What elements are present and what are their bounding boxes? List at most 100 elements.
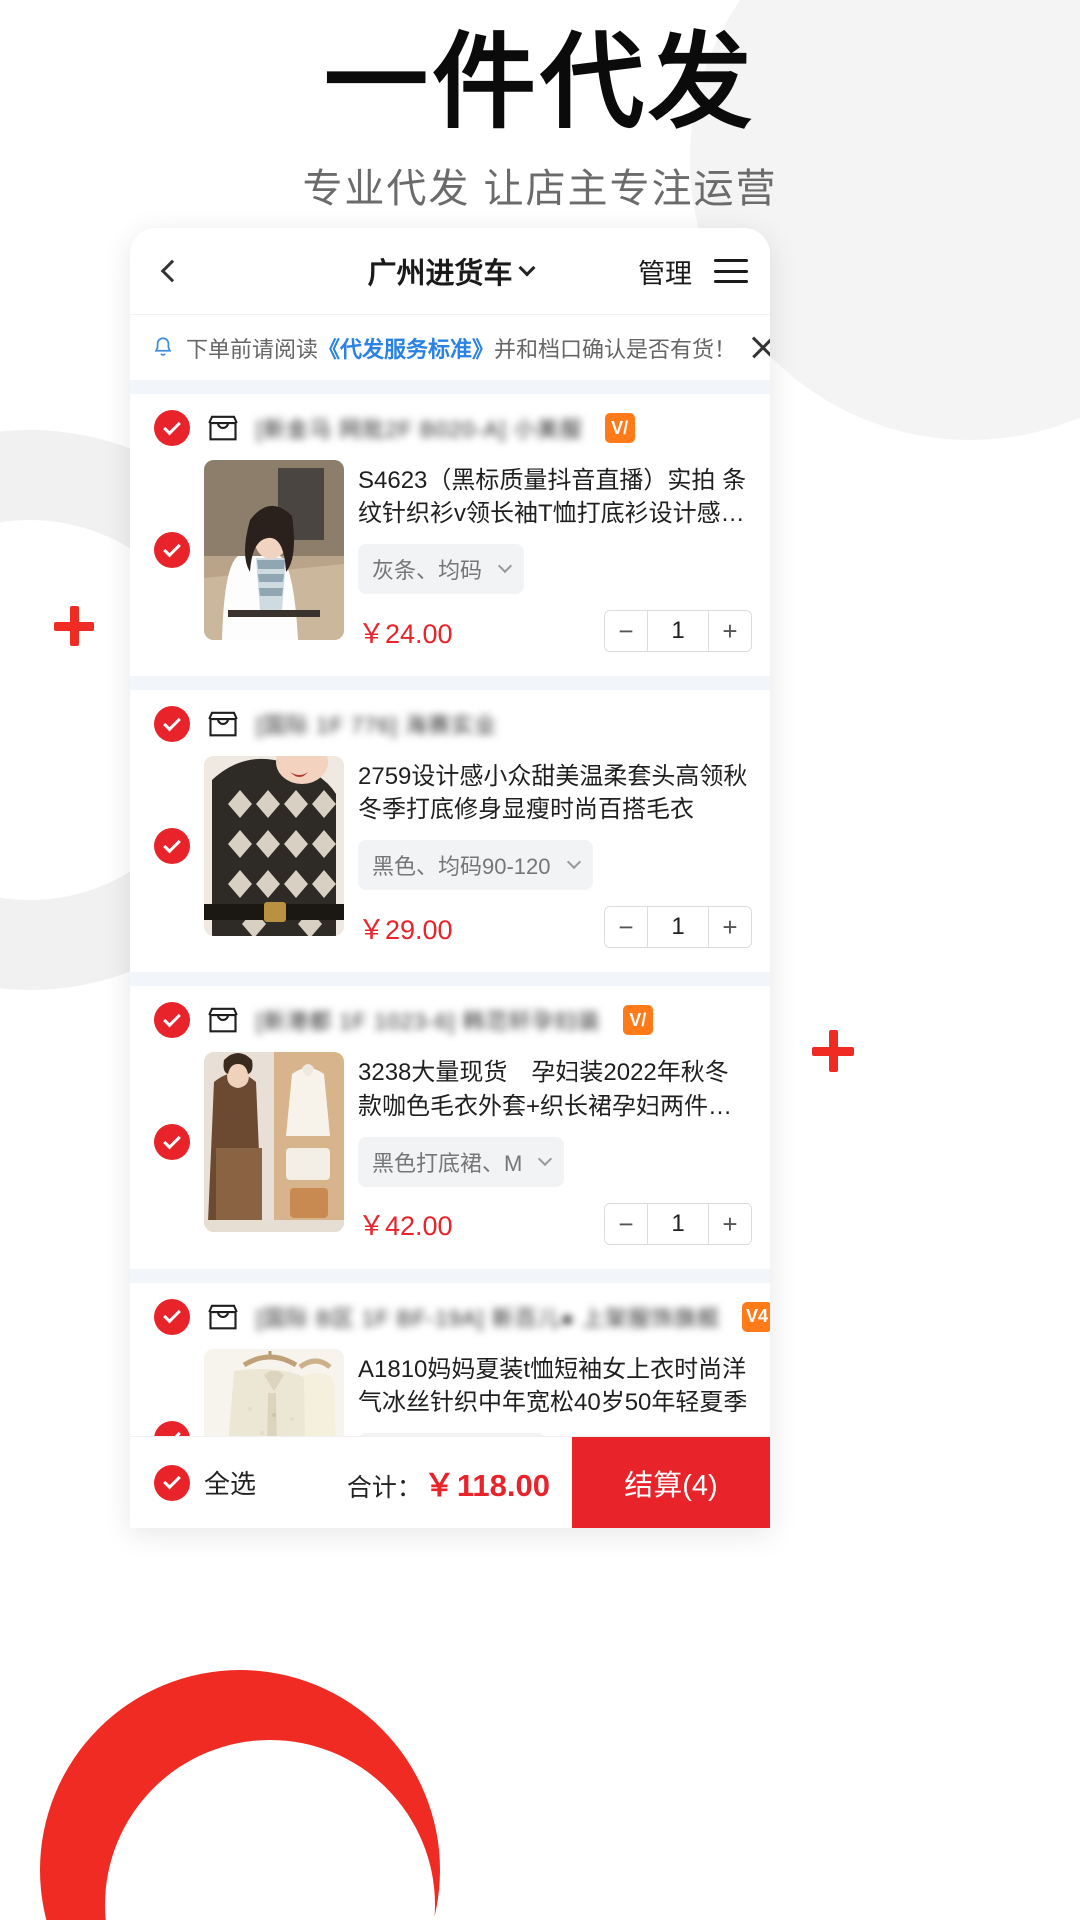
chevron-left-icon [160, 259, 184, 283]
product-thumbnail[interactable] [204, 1052, 344, 1233]
hamburger-icon[interactable] [714, 259, 748, 283]
price-row: ￥42.00 − 1 + [358, 1202, 752, 1245]
item-checkbox[interactable] [154, 532, 190, 568]
notice-text: 下单前请阅读《代发服务标准》并和档口确认是否有货！ [186, 332, 736, 364]
shop-icon [208, 415, 238, 441]
total-currency: ￥ [423, 1468, 455, 1503]
close-icon[interactable] [746, 331, 770, 365]
list-gap [130, 380, 770, 394]
quantity-stepper: − 1 + [604, 1202, 752, 1245]
city-cart-selector[interactable]: 广州进货车 [367, 250, 535, 292]
chevron-down-icon [566, 855, 581, 870]
shop-checkbox[interactable] [154, 1002, 190, 1039]
product-thumbnail[interactable] [204, 756, 344, 937]
shop-header-row: [新金马 网批2F B020-A] 小美服 V/ [130, 394, 770, 456]
quantity-increase-button[interactable]: + [709, 611, 751, 652]
notice-suffix: 并和档口确认是否有货！ [494, 336, 737, 362]
total-label: 合计： [346, 1474, 422, 1502]
item-details: 3238大量现货 孕妇装2022年秋冬款咖色毛衣外套+织长裙孕妇两件套装 黑色打… [358, 1052, 752, 1245]
item-checkbox[interactable] [154, 828, 190, 865]
notice-prefix: 下单前请阅读 [186, 336, 319, 362]
select-all-label: 全选 [204, 1469, 257, 1499]
shop-badge-verified: V/ [622, 1005, 653, 1036]
quantity-value[interactable]: 1 [647, 907, 709, 948]
shop-checkbox[interactable] [154, 706, 190, 743]
cart-item-row: 3238大量现货 孕妇装2022年秋冬款咖色毛衣外套+织长裙孕妇两件套装 黑色打… [130, 1048, 770, 1260]
product-image-2 [204, 756, 344, 937]
product-spec-text: 黑色打底裙、M [372, 1150, 523, 1176]
total-value: 118.00 [456, 1468, 550, 1503]
cart-item-row: 2759设计感小众甜美温柔套头高领秋冬季打底修身显瘦时尚百搭毛衣 黑色、均码90… [130, 752, 770, 964]
item-details: S4623（黑标质量抖音直播）实拍 条纹针织衫v领长袖T恤打底衫设计感拼接灯笼袖… [358, 460, 752, 653]
cart-shop-card: [新港都 1F 1023-6] 韩范轩孕妇装 V/ 3238大量现货 孕妇装20… [130, 986, 770, 1269]
shop-name[interactable]: [国际 B区 1F BF-19A] 新百儿● 上架服饰旗舰 [256, 1301, 720, 1333]
quantity-stepper: − 1 + [604, 906, 752, 949]
notice-bar: 下单前请阅读《代发服务标准》并和档口确认是否有货！ [130, 314, 770, 380]
navbar-right-actions: 管理 [638, 252, 748, 291]
product-title[interactable]: S4623（黑标质量抖音直播）实拍 条纹针织衫v领长袖T恤打底衫设计感拼接灯笼袖… [358, 464, 752, 530]
select-all-control[interactable]: 全选 [154, 1464, 256, 1501]
product-spec-text: 黑色、均码90-120 [372, 854, 551, 880]
shop-name[interactable]: [国际 1F 776] 海赛实业 [256, 708, 497, 740]
product-spec-selector[interactable]: 黑色、均码90-120 [358, 840, 593, 891]
product-price: ￥42.00 [358, 1211, 453, 1242]
quantity-value[interactable]: 1 [647, 1203, 709, 1244]
chevron-down-icon [518, 259, 535, 276]
cart-list: [新金马 网批2F B020-A] 小美服 V/ S4623（黑标质量抖音直播）… [130, 380, 770, 1528]
product-price: ￥29.00 [358, 914, 453, 945]
item-checkbox[interactable] [154, 1124, 190, 1161]
product-title[interactable]: A1810妈妈夏装t恤短袖女上衣时尚洋气冰丝针织中年宽松40岁50年轻夏季 [358, 1353, 752, 1419]
quantity-stepper: − 1 + [604, 610, 752, 653]
item-checkbox-col [154, 1052, 190, 1232]
hero-subtitle: 专业代发 让店主专注运营 [302, 166, 778, 211]
price-row: ￥24.00 − 1 + [358, 610, 752, 653]
shop-icon [208, 1304, 238, 1329]
hero-text-block: 一件代发 专业代发 让店主专注运营 [0, 24, 1080, 214]
shop-badge-verified: V/ [604, 413, 635, 443]
product-spec-selector[interactable]: 灰条、均码 [358, 544, 525, 595]
cart-item-row: S4623（黑标质量抖音直播）实拍 条纹针织衫v领长袖T恤打底衫设计感拼接灯笼袖… [130, 456, 770, 668]
decorative-plus-left [54, 606, 94, 646]
shop-header-row: [国际 1F 776] 海赛实业 [130, 690, 770, 752]
chevron-down-icon [497, 559, 513, 574]
manage-button[interactable]: 管理 [638, 252, 692, 291]
quantity-increase-button[interactable]: + [709, 1203, 751, 1244]
notice-link[interactable]: 《代发服务标准》 [318, 337, 494, 362]
phone-mockup: 广州进货车 管理 下单前请阅读《代发服务标准》并和档口确认是否有货！ [新金马 … [130, 228, 770, 1528]
shop-header-row: [新港都 1F 1023-6] 韩范轩孕妇装 V/ [130, 986, 770, 1048]
shop-icon [208, 711, 238, 737]
quantity-increase-button[interactable]: + [709, 907, 751, 948]
shop-name[interactable]: [新金马 网批2F B020-A] 小美服 [256, 412, 583, 444]
back-button[interactable] [152, 251, 192, 291]
quantity-decrease-button[interactable]: − [605, 907, 647, 948]
item-details: 2759设计感小众甜美温柔套头高领秋冬季打底修身显瘦时尚百搭毛衣 黑色、均码90… [358, 756, 752, 949]
product-thumbnail[interactable] [204, 460, 344, 640]
product-price: ￥24.00 [358, 618, 453, 649]
hero-title: 一件代发 [323, 25, 756, 141]
decorative-plus-right [812, 1030, 854, 1072]
cart-shop-card: [新金马 网批2F B020-A] 小美服 V/ S4623（黑标质量抖音直播）… [130, 394, 770, 677]
shop-name[interactable]: [新港都 1F 1023-6] 韩范轩孕妇装 [256, 1004, 601, 1036]
list-gap [130, 676, 770, 691]
product-title[interactable]: 2759设计感小众甜美温柔套头高领秋冬季打底修身显瘦时尚百搭毛衣 [358, 760, 752, 826]
shop-icon [208, 1008, 238, 1033]
shop-checkbox[interactable] [154, 410, 190, 446]
chevron-down-icon [538, 1151, 553, 1166]
product-spec-selector[interactable]: 黑色打底裙、M [358, 1136, 565, 1187]
product-title[interactable]: 3238大量现货 孕妇装2022年秋冬款咖色毛衣外套+织长裙孕妇两件套装 [358, 1056, 752, 1122]
product-image-3 [204, 1052, 344, 1233]
quantity-decrease-button[interactable]: − [605, 1203, 647, 1244]
item-checkbox-col [154, 756, 190, 936]
quantity-value[interactable]: 1 [647, 611, 709, 652]
shop-checkbox[interactable] [154, 1298, 190, 1335]
quantity-decrease-button[interactable]: − [605, 611, 647, 652]
checkout-button[interactable]: 结算(4) [572, 1436, 770, 1528]
app-navbar: 广州进货车 管理 [130, 228, 770, 314]
cart-shop-card: [国际 1F 776] 海赛实业 2759设计感小众甜美温柔套头高领秋冬季打底修… [130, 690, 770, 973]
product-image-1 [204, 460, 344, 640]
item-checkbox-col [154, 460, 190, 640]
product-spec-text: 灰条、均码 [372, 558, 483, 584]
total-amount-block: 合计： ￥ 118.00 [347, 1460, 572, 1505]
select-all-checkbox[interactable] [154, 1464, 190, 1501]
list-gap [130, 1268, 770, 1283]
